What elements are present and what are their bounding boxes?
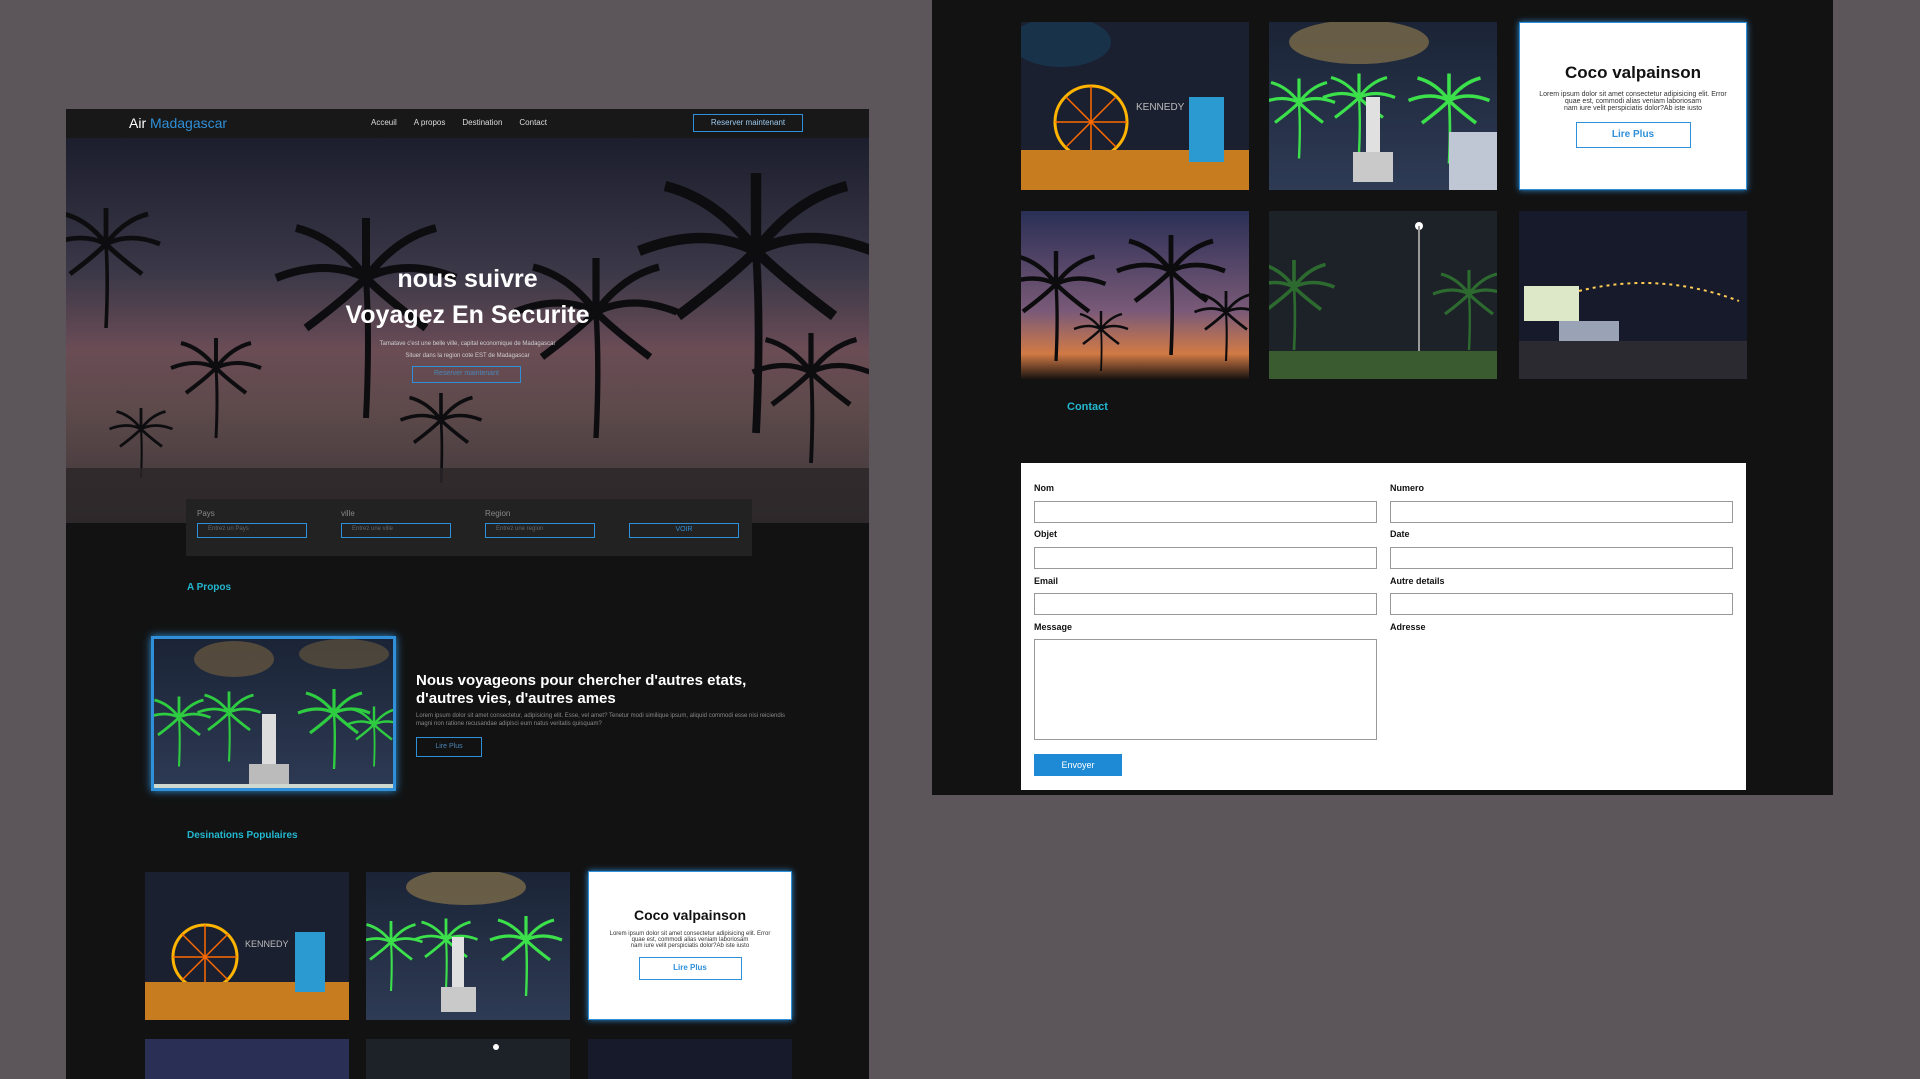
nom-input[interactable]: [1034, 501, 1377, 523]
objet-input[interactable]: [1034, 547, 1377, 569]
hero-palm-background: [66, 138, 869, 523]
message-label: Message: [1034, 622, 1073, 632]
voir-button[interactable]: VOIR: [629, 523, 739, 538]
adresse-label: Adresse: [1390, 622, 1426, 632]
nav-link-destination[interactable]: Destination: [462, 118, 502, 127]
city-label: ville: [341, 509, 355, 518]
destination-card-coco-valpainson: Coco valpainson Lorem ipsum dolor sit am…: [1519, 22, 1747, 190]
palm-statue-photo: [154, 639, 393, 788]
hero-subtitle-2: Situer dans la region cote EST de Madaga…: [405, 353, 530, 359]
about-read-more-button[interactable]: Lire Plus: [416, 737, 482, 757]
landing-page-mockup: Air Madagascar Acceuil A propos Destinat…: [66, 109, 869, 1079]
contact-form: Nom Numero Objet Date Email Autre detail…: [1021, 463, 1746, 790]
card-read-more-button[interactable]: Lire Plus: [638, 957, 742, 980]
autre-details-input[interactable]: [1390, 593, 1733, 615]
destination-sunset-photo[interactable]: [145, 1039, 349, 1079]
navbar: Air Madagascar Acceuil A propos Destinat…: [66, 109, 869, 138]
card-text-3: nam iure velit perspiciatis dolor?Ab ist…: [1563, 105, 1703, 112]
destination-sunset-photo[interactable]: [1021, 211, 1249, 379]
region-input[interactable]: Entrez une region: [485, 523, 595, 538]
brand-logo[interactable]: Air Madagascar: [129, 115, 227, 131]
email-input[interactable]: [1034, 593, 1377, 615]
date-input[interactable]: [1390, 547, 1733, 569]
destination-night-street-photo[interactable]: [1269, 211, 1497, 379]
destination-palm-statue-photo[interactable]: [1269, 22, 1497, 190]
card-read-more-button[interactable]: Lire Plus: [1575, 122, 1691, 148]
svg-text:KENNEDY: KENNEDY: [1136, 102, 1185, 113]
search-field-country: Pays Entrez un Pays: [197, 509, 307, 538]
about-heading: Nous voyageons pour chercher d'autres et…: [416, 672, 747, 707]
card-text-2: quae est, commodi alias veniam laboriosa…: [1564, 98, 1702, 105]
card-title: Coco valpainson: [633, 907, 747, 923]
destination-ferris-wheel-photo[interactable]: KENNEDY: [145, 872, 349, 1020]
card-title: Coco valpainson: [1564, 63, 1702, 82]
hero-subtitle-1: Tamatave c'est une belle ville, capital …: [379, 341, 556, 347]
destination-night-street-photo[interactable]: [366, 1039, 570, 1079]
destination-palm-statue-photo[interactable]: [366, 872, 570, 1020]
nav-reserve-button[interactable]: Reserver maintenant: [693, 114, 803, 132]
about-section-title: A Propos: [187, 582, 232, 593]
brand-name: Madagascar: [150, 115, 228, 131]
destinations-section-title: Desinations Populaires: [187, 830, 298, 841]
destination-market-photo[interactable]: [588, 1039, 792, 1079]
autre-details-label: Autre details: [1390, 576, 1445, 586]
destination-ferris-wheel-photo[interactable]: KENNEDY: [1021, 22, 1249, 190]
about-text: Lorem ipsum dolor sit amet consectetur, …: [416, 713, 786, 727]
objet-label: Objet: [1034, 529, 1058, 539]
nav-links: Acceuil A propos Destination Contact: [371, 118, 547, 127]
card-text-3: nam iure velit perspiciatis dolor?Ab ist…: [630, 943, 750, 949]
send-button[interactable]: Envoyer: [1034, 754, 1122, 776]
destination-market-photo[interactable]: [1519, 211, 1747, 379]
region-label: Region: [485, 509, 511, 518]
numero-input[interactable]: [1390, 501, 1733, 523]
card-text-1: Lorem ipsum dolor sit amet consectetur a…: [1539, 91, 1727, 98]
search-field-city: ville Entrez une ville: [341, 509, 451, 538]
message-textarea[interactable]: [1034, 639, 1377, 740]
nav-link-apropos[interactable]: A propos: [414, 118, 446, 127]
hero-line1: nous suivre: [397, 265, 538, 293]
city-input[interactable]: Entrez une ville: [341, 523, 451, 538]
search-field-region: Region Entrez une region: [485, 509, 595, 538]
contact-section-title: Contact: [1067, 401, 1108, 413]
destinations-contact-mockup: KENNEDY Coco valpainson Lorem ipsum dolo…: [932, 0, 1833, 795]
watermark-text: KENNEDY: [245, 939, 289, 949]
email-label: Email: [1034, 576, 1059, 586]
search-bar: Pays Entrez un Pays ville Entrez une vil…: [186, 499, 752, 556]
hero-line2: Voyagez En Securite: [345, 301, 590, 329]
nav-link-contact[interactable]: Contact: [519, 118, 547, 127]
country-input[interactable]: Entrez un Pays: [197, 523, 307, 538]
nom-label: Nom: [1034, 483, 1054, 493]
search-submit: VOIR: [629, 509, 739, 538]
country-label: Pays: [197, 509, 215, 518]
brand-prefix: Air: [129, 115, 147, 131]
date-label: Date: [1390, 529, 1410, 539]
numero-label: Numero: [1390, 483, 1425, 493]
nav-link-acceuil[interactable]: Acceuil: [371, 118, 397, 127]
about-image: [151, 636, 396, 791]
hero-reserve-button[interactable]: Reserver maintenant: [412, 366, 521, 383]
destination-card-coco-valpainson: Coco valpainson Lorem ipsum dolor sit am…: [588, 871, 792, 1020]
hero-section: nous suivre Voyagez En Securite Tamatave…: [66, 138, 869, 523]
